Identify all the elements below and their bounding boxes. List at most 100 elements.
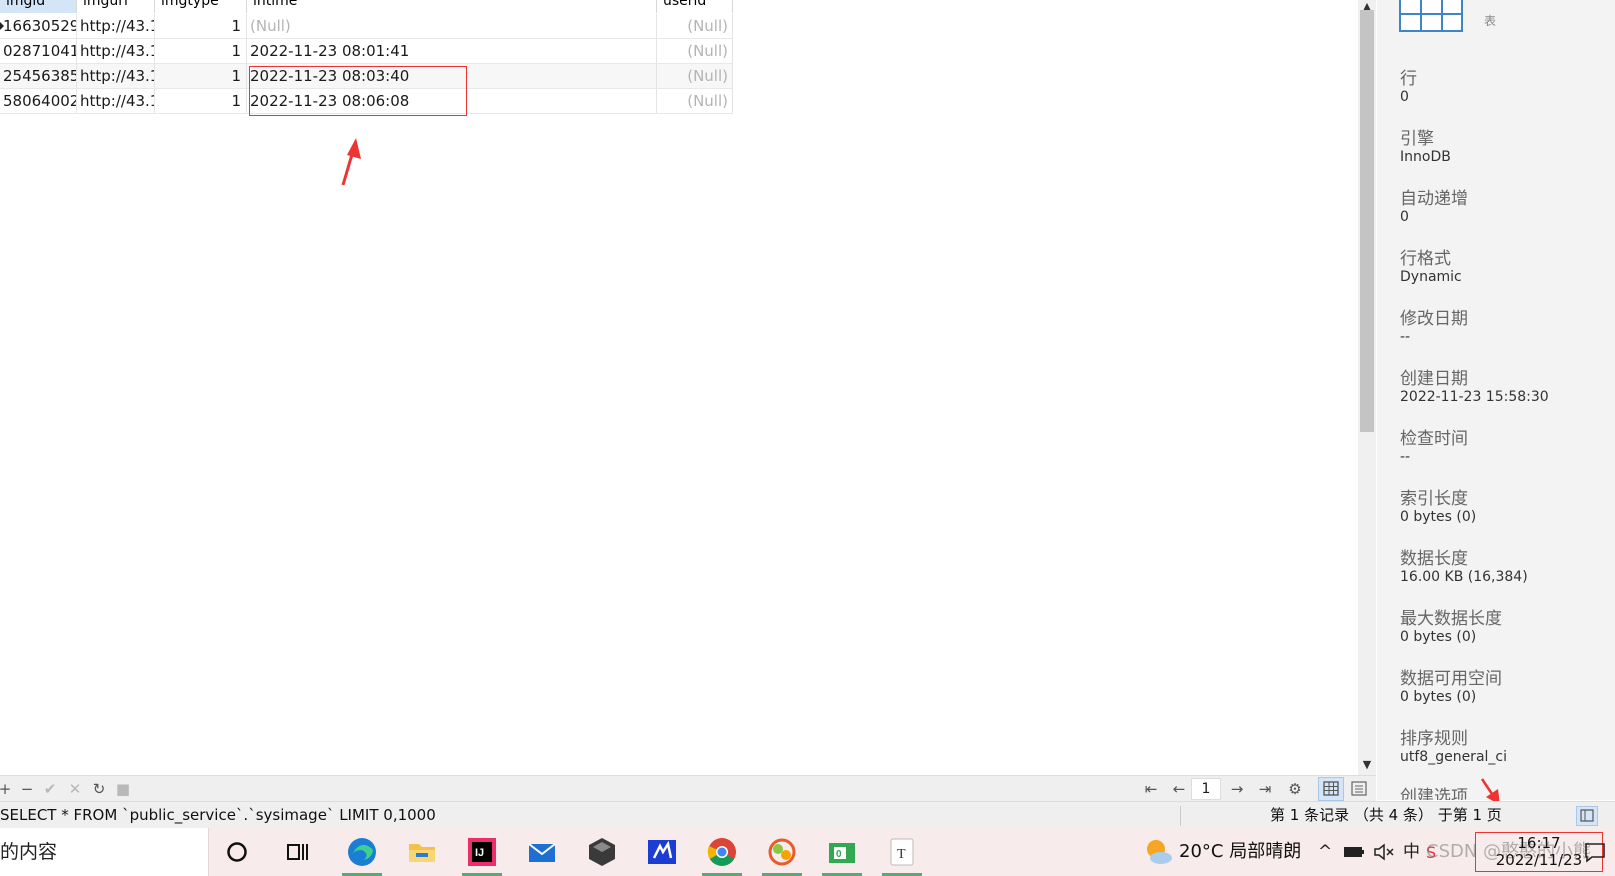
- info-label-rows: 行: [1400, 69, 1417, 89]
- annotation-arrow-icon: [341, 138, 361, 186]
- info-label-data-length: 数据长度: [1400, 549, 1468, 569]
- cell-imgtype[interactable]: 1: [155, 39, 247, 63]
- info-value-check-time: --: [1400, 449, 1411, 465]
- windows-taskbar: 的内容 IJ 0 T 20°C 局部晴朗 ^ 中 S CSDN @憨憨的小熊 1…: [0, 828, 1615, 876]
- info-label-create-options: 创建选项: [1400, 787, 1468, 800]
- column-header-intime[interactable]: intime: [247, 0, 657, 13]
- status-divider: [1180, 806, 1181, 826]
- cell-imgtype[interactable]: 1: [155, 89, 247, 113]
- cell-imgurl[interactable]: http://43.1: [77, 89, 155, 113]
- prev-page-button[interactable]: ←: [1170, 776, 1188, 802]
- stop-button[interactable]: ■: [114, 776, 132, 802]
- cube-icon: [589, 838, 615, 866]
- cortana-icon[interactable]: [226, 841, 248, 863]
- last-page-button[interactable]: ⇥: [1256, 776, 1274, 802]
- taskbar-navicat-app[interactable]: [756, 828, 808, 876]
- mail-icon: [528, 843, 556, 862]
- refresh-button[interactable]: ↻: [90, 776, 108, 802]
- cell-intime[interactable]: (Null): [247, 14, 657, 38]
- table-row[interactable]: 16630529 http://43.1 1 (Null) (Null): [0, 14, 733, 39]
- cell-imgtype[interactable]: 1: [155, 14, 247, 38]
- editor-icon: [648, 840, 676, 864]
- sql-query-text: SELECT * FROM `public_service`.`sysimage…: [0, 806, 436, 824]
- info-label-check-time: 检查时间: [1400, 429, 1468, 449]
- annotation-highlight-box: [249, 66, 467, 116]
- table-row[interactable]: 02871041 http://43.1 1 2022-11-23 08:01:…: [0, 39, 733, 64]
- info-value-row-format: Dynamic: [1400, 269, 1462, 285]
- record-position-text: 第 1 条记录 （共 4 条） 于第 1 页: [1270, 806, 1502, 824]
- tray-overflow-icon[interactable]: ^: [1318, 828, 1332, 876]
- cell-imgurl[interactable]: http://43.1: [77, 14, 155, 38]
- svg-text:IJ: IJ: [475, 847, 484, 859]
- delete-record-button[interactable]: −: [18, 776, 36, 802]
- grid-toolbar: + − ✔ ✕ ↻ ■ ⇤ ← 1 → ⇥ ⚙: [0, 775, 1376, 802]
- volume-muted-icon[interactable]: [1373, 842, 1395, 862]
- info-value-engine: InnoDB: [1400, 149, 1451, 165]
- intellij-icon: IJ: [468, 838, 496, 866]
- cell-imgid[interactable]: 58064002: [0, 89, 77, 113]
- taskbar-mail-app[interactable]: [516, 828, 568, 876]
- grid-vertical-scrollbar[interactable]: ▲ ▼: [1358, 0, 1376, 776]
- scroll-down-icon[interactable]: ▼: [1358, 758, 1376, 772]
- cell-userid[interactable]: (Null): [657, 64, 733, 88]
- column-header-userid[interactable]: userid: [657, 0, 733, 13]
- ime-indicator[interactable]: 中: [1403, 828, 1420, 876]
- typora-icon: T: [890, 838, 914, 866]
- svg-text:0: 0: [836, 849, 842, 860]
- chrome-icon: [707, 838, 736, 866]
- info-value-data-length: 16.00 KB (16,384): [1400, 569, 1528, 585]
- taskbar-search-box[interactable]: 的内容: [0, 828, 209, 876]
- navicat-icon: [768, 838, 796, 866]
- info-label-created-date: 创建日期: [1400, 369, 1468, 389]
- info-label-max-data-length: 最大数据长度: [1400, 609, 1502, 629]
- cell-userid[interactable]: (Null): [657, 89, 733, 113]
- object-info-panel: 表 行 0 引擎 InnoDB 自动递增 0 行格式 Dynamic 修改日期 …: [1377, 0, 1615, 800]
- info-label-modified-date: 修改日期: [1400, 309, 1468, 329]
- column-header-imgid[interactable]: imgid: [0, 0, 77, 13]
- battery-icon[interactable]: [1343, 844, 1365, 860]
- cell-imgtype[interactable]: 1: [155, 64, 247, 88]
- info-label-data-free: 数据可用空间: [1400, 669, 1502, 689]
- cell-userid[interactable]: (Null): [657, 39, 733, 63]
- data-grid: imgid imgurl imgtype intime userid 16630…: [0, 0, 1332, 776]
- info-label-auto-increment: 自动递增: [1400, 189, 1468, 209]
- cell-imgurl[interactable]: http://43.1: [77, 39, 155, 63]
- taskbar-intellij-app[interactable]: IJ: [456, 828, 508, 876]
- notification-center-icon[interactable]: [1583, 840, 1607, 864]
- scrollbar-thumb[interactable]: [1360, 10, 1374, 432]
- column-header-imgtype[interactable]: imgtype: [155, 0, 247, 13]
- taskbar-explorer-app[interactable]: [396, 828, 448, 876]
- discard-changes-button[interactable]: ✕: [66, 776, 84, 802]
- cell-imgid[interactable]: 25456385: [0, 64, 77, 88]
- taskbar-wechat-dev-app[interactable]: 0: [816, 828, 868, 876]
- next-page-button[interactable]: →: [1228, 776, 1246, 802]
- table-icon: [1399, 0, 1463, 32]
- task-view-icon[interactable]: [286, 841, 310, 863]
- first-page-button[interactable]: ⇤: [1142, 776, 1160, 802]
- taskbar-edge-app[interactable]: [336, 828, 388, 876]
- add-record-button[interactable]: +: [0, 776, 14, 802]
- cell-userid[interactable]: (Null): [657, 14, 733, 38]
- taskbar-chrome-app[interactable]: [696, 828, 748, 876]
- info-value-created-date: 2022-11-23 15:58:30: [1400, 389, 1549, 405]
- panel-icon: [1580, 809, 1594, 822]
- settings-gear-icon[interactable]: ⚙: [1286, 776, 1304, 802]
- weather-text[interactable]: 20°C 局部晴朗: [1179, 828, 1301, 876]
- grid-view-icon: [1323, 781, 1339, 796]
- form-view-icon[interactable]: [1348, 779, 1370, 799]
- cell-imgid[interactable]: 16630529: [0, 14, 77, 38]
- cell-imgurl[interactable]: http://43.1: [77, 64, 155, 88]
- cell-imgid[interactable]: 02871041: [0, 39, 77, 63]
- taskbar-typora-app[interactable]: T: [876, 828, 928, 876]
- taskbar-search-text: 的内容: [0, 841, 58, 863]
- status-bar: SELECT * FROM `public_service`.`sysimage…: [0, 801, 1615, 829]
- grid-view-button[interactable]: [1318, 777, 1344, 801]
- weather-sun-cloud-icon[interactable]: [1142, 836, 1174, 868]
- taskbar-vscode-app[interactable]: [636, 828, 688, 876]
- page-number-input[interactable]: 1: [1191, 778, 1221, 800]
- apply-changes-button[interactable]: ✔: [41, 776, 59, 802]
- cell-intime[interactable]: 2022-11-23 08:01:41: [247, 39, 657, 63]
- toggle-panel-button[interactable]: [1576, 806, 1598, 826]
- column-header-imgurl[interactable]: imgurl: [77, 0, 155, 13]
- taskbar-unity-app[interactable]: [576, 828, 628, 876]
